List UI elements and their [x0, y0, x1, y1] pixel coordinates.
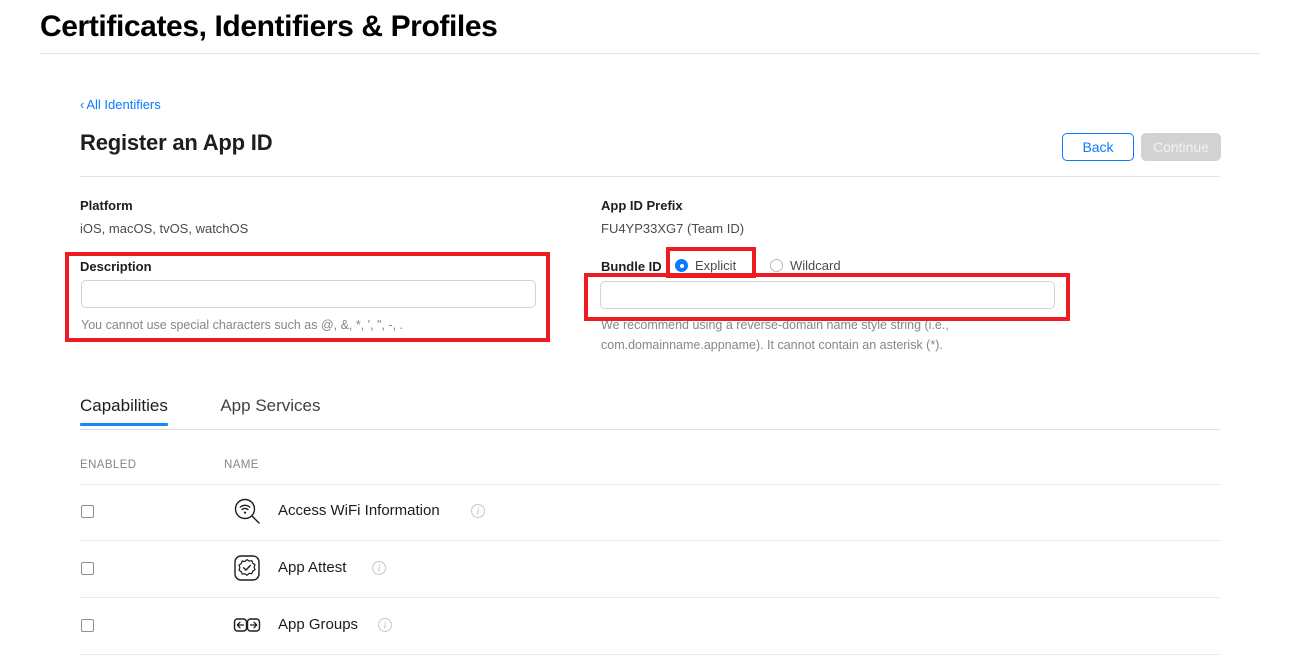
- info-icon[interactable]: i: [378, 618, 392, 632]
- wifi-magnifier-icon: [232, 496, 262, 526]
- bundle-id-input[interactable]: [600, 281, 1055, 309]
- capability-name: Access WiFi Information: [278, 502, 440, 519]
- capability-checkbox[interactable]: [81, 505, 94, 518]
- tab-bar: Capabilities App Services: [80, 396, 369, 426]
- breadcrumb-label: All Identifiers: [86, 97, 161, 112]
- table-row: Access WiFi Information i: [0, 484, 1296, 541]
- section-divider: [80, 176, 1220, 177]
- app-id-registration-page: Certificates, Identifiers & Profiles ‹ Al…: [0, 0, 1296, 667]
- platform-value: iOS, macOS, tvOS, watchOS: [80, 221, 249, 236]
- column-header-name: NAME: [224, 459, 259, 471]
- attest-badge-icon: [232, 553, 262, 583]
- app-id-prefix-value: FU4YP33XG7 (Team ID): [601, 221, 745, 236]
- description-label: Description: [80, 259, 152, 274]
- radio-wildcard[interactable]: Wildcard: [770, 258, 841, 273]
- tab-divider: [80, 429, 1220, 430]
- section-title: Register an App ID: [80, 130, 273, 155]
- capability-name: App Attest: [278, 559, 347, 576]
- table-row: App Attest i: [0, 541, 1296, 598]
- description-hint: You cannot use special characters such a…: [81, 318, 403, 332]
- radio-explicit[interactable]: Explicit: [675, 258, 736, 273]
- breadcrumb-all-identifiers[interactable]: ‹ All Identifiers: [80, 97, 161, 112]
- app-id-prefix-label: App ID Prefix: [601, 198, 683, 213]
- column-header-enabled: ENABLED: [80, 459, 137, 471]
- platform-label: Platform: [80, 198, 133, 213]
- page-title: Certificates, Identifiers & Profiles: [40, 10, 498, 43]
- radio-dot-icon: [770, 259, 783, 272]
- chevron-left-icon: ‹: [80, 97, 85, 112]
- info-icon[interactable]: i: [372, 561, 386, 575]
- tab-app-services[interactable]: App Services: [220, 396, 320, 426]
- bundle-id-hint: We recommend using a reverse-domain name…: [601, 318, 949, 352]
- radio-explicit-label: Explicit: [695, 258, 737, 273]
- capability-checkbox[interactable]: [81, 562, 94, 575]
- description-input[interactable]: [81, 280, 536, 308]
- header-divider: [40, 53, 1260, 54]
- continue-button: Continue: [1141, 133, 1221, 161]
- row-divider: [80, 654, 1220, 655]
- radio-wildcard-label: Wildcard: [790, 258, 841, 273]
- capability-name: App Groups: [278, 616, 359, 633]
- capability-checkbox[interactable]: [81, 619, 94, 632]
- back-button[interactable]: Back: [1062, 133, 1134, 161]
- radio-dot-icon: [675, 259, 688, 272]
- app-groups-icon: [232, 610, 262, 640]
- table-row: App Groups i: [0, 598, 1296, 655]
- tab-capabilities[interactable]: Capabilities: [80, 396, 168, 426]
- info-icon[interactable]: i: [471, 504, 485, 518]
- bundle-id-label: Bundle ID: [601, 259, 662, 274]
